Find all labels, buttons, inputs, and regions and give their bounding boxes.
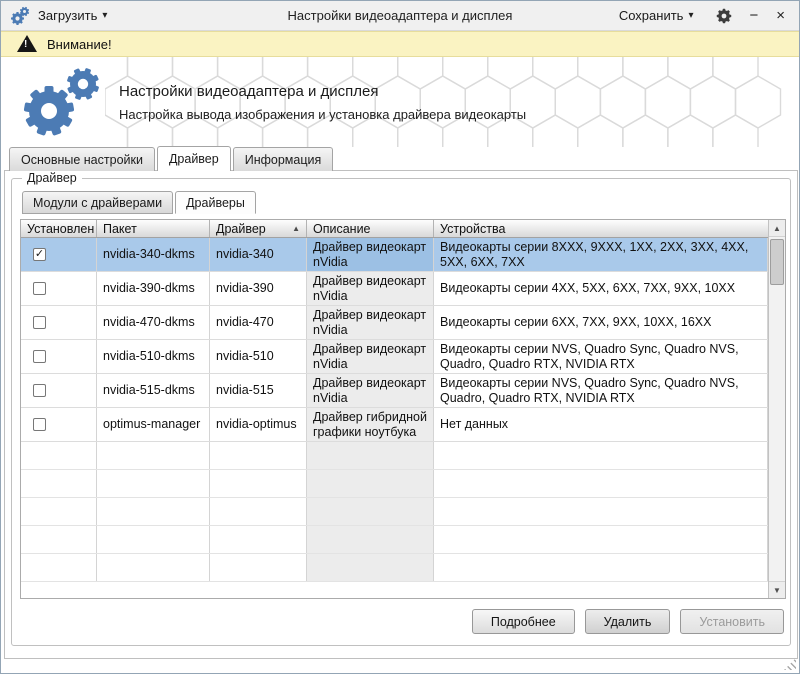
cell-package: nvidia-510-dkms <box>97 340 210 373</box>
cell-driver: nvidia-optimus <box>210 408 307 441</box>
cell-description: Драйвер видеокарт nVidia <box>307 340 434 373</box>
page-subtitle: Настройка вывода изображения и установка… <box>119 107 526 122</box>
vertical-scrollbar[interactable]: ▲ ▼ <box>768 220 785 598</box>
tab-pane: Драйвер Модули с драйверами Драйверы Уст… <box>4 170 798 659</box>
empty-row <box>21 442 768 470</box>
page-title: Настройки видеоадаптера и дисплея <box>119 83 378 100</box>
sort-ascending-icon: ▲ <box>292 224 300 233</box>
install-button[interactable]: Установить <box>680 609 784 634</box>
table-header: Установлен Пакет Драйвер ▲ Описание Устр… <box>21 220 768 238</box>
load-menu-button[interactable]: Загрузить ▾ <box>30 5 115 26</box>
cell-package: nvidia-390-dkms <box>97 272 210 305</box>
table-row[interactable]: ✓ nvidia-390-dkms nvidia-390 Драйвер вид… <box>21 272 768 306</box>
table-row[interactable]: ✓ nvidia-515-dkms nvidia-515 Драйвер вид… <box>21 374 768 408</box>
status-bar <box>1 658 799 673</box>
installed-checkbox[interactable]: ✓ <box>33 248 46 261</box>
scroll-up-button[interactable]: ▲ <box>769 220 785 237</box>
empty-row <box>21 470 768 498</box>
remove-button[interactable]: Удалить <box>585 609 671 634</box>
subtab-driver-modules[interactable]: Модули с драйверами <box>22 191 173 214</box>
column-header-devices[interactable]: Устройства <box>434 220 768 237</box>
subtab-drivers[interactable]: Драйверы <box>175 191 256 214</box>
app-gears-icon <box>9 6 30 26</box>
column-header-description[interactable]: Описание <box>307 220 434 237</box>
driver-groupbox: Драйвер Модули с драйверами Драйверы Уст… <box>11 178 791 646</box>
scroll-down-button[interactable]: ▼ <box>769 581 785 598</box>
groupbox-label: Драйвер <box>22 171 82 185</box>
empty-row <box>21 554 768 582</box>
cell-description: Драйвер видеокарт nVidia <box>307 306 434 339</box>
tab-driver[interactable]: Драйвер <box>157 146 231 171</box>
table-row[interactable]: ✓ nvidia-340-dkms nvidia-340 Драйвер вид… <box>21 238 768 272</box>
column-header-driver[interactable]: Драйвер ▲ <box>210 220 307 237</box>
gears-icon <box>13 63 113 141</box>
cell-package: optimus-manager <box>97 408 210 441</box>
chevron-down-icon: ▾ <box>102 10 107 21</box>
tab-basic-settings[interactable]: Основные настройки <box>9 147 155 171</box>
details-button[interactable]: Подробнее <box>472 609 575 634</box>
titlebar: Загрузить ▾ Настройки видеоадаптера и ди… <box>1 1 799 31</box>
table-row[interactable]: ✓ optimus-manager nvidia-optimus Драйвер… <box>21 408 768 442</box>
installed-checkbox[interactable]: ✓ <box>33 350 46 363</box>
close-button[interactable]: × <box>774 8 787 23</box>
table-row[interactable]: ✓ nvidia-510-dkms nvidia-510 Драйвер вид… <box>21 340 768 374</box>
cell-description: Драйвер видеокарт nVidia <box>307 272 434 305</box>
cell-description: Драйвер видеокарт nVidia <box>307 374 434 407</box>
cell-description: Драйвер видеокарт nVidia <box>307 238 434 271</box>
installed-checkbox[interactable]: ✓ <box>33 384 46 397</box>
installed-checkbox[interactable]: ✓ <box>33 282 46 295</box>
cell-package: nvidia-340-dkms <box>97 238 210 271</box>
main-tabs: Основные настройки Драйвер Информация <box>9 147 335 171</box>
page-header: Настройки видеоадаптера и дисплея Настро… <box>1 57 799 147</box>
installed-checkbox[interactable]: ✓ <box>33 316 46 329</box>
save-menu-button[interactable]: Сохранить ▾ <box>611 5 702 26</box>
resize-grip[interactable] <box>784 658 796 670</box>
cell-devices: Нет данных <box>434 408 768 441</box>
cell-package: nvidia-470-dkms <box>97 306 210 339</box>
cell-package: nvidia-515-dkms <box>97 374 210 407</box>
column-header-installed[interactable]: Установлен <box>21 220 97 237</box>
column-header-package[interactable]: Пакет <box>97 220 210 237</box>
driver-subtabs: Модули с драйверами Драйверы <box>22 191 258 214</box>
empty-row <box>21 498 768 526</box>
cell-devices: Видеокарты серии NVS, Quadro Sync, Quadr… <box>434 374 768 407</box>
cell-description: Драйвер гибридной графики ноутбука <box>307 408 434 441</box>
settings-gear-icon[interactable] <box>715 7 733 25</box>
cell-driver: nvidia-510 <box>210 340 307 373</box>
cell-devices: Видеокарты серии 4XX, 5XX, 6XX, 7XX, 9XX… <box>434 272 768 305</box>
cell-devices: Видеокарты серии 6XX, 7XX, 9XX, 10XX, 16… <box>434 306 768 339</box>
scrollbar-thumb[interactable] <box>770 239 784 285</box>
app-window: Загрузить ▾ Настройки видеоадаптера и ди… <box>0 0 800 674</box>
cell-driver: nvidia-340 <box>210 238 307 271</box>
warning-text: Внимание! <box>47 37 112 52</box>
chevron-down-icon: ▾ <box>688 10 693 21</box>
action-buttons: Подробнее Удалить Установить <box>472 609 784 634</box>
minimize-button[interactable]: − <box>747 8 760 23</box>
cell-driver: nvidia-390 <box>210 272 307 305</box>
cell-devices: Видеокарты серии 8XXX, 9XXX, 1XX, 2XX, 3… <box>434 238 768 271</box>
load-menu-label: Загрузить <box>38 8 97 23</box>
installed-checkbox[interactable]: ✓ <box>33 418 46 431</box>
empty-row <box>21 526 768 554</box>
save-menu-label: Сохранить <box>619 8 684 23</box>
table-row[interactable]: ✓ nvidia-470-dkms nvidia-470 Драйвер вид… <box>21 306 768 340</box>
warning-icon: ! <box>17 35 37 52</box>
drivers-table: Установлен Пакет Драйвер ▲ Описание Устр… <box>20 219 786 599</box>
cell-devices: Видеокарты серии NVS, Quadro Sync, Quadr… <box>434 340 768 373</box>
cell-driver: nvidia-515 <box>210 374 307 407</box>
tab-information[interactable]: Информация <box>233 147 334 171</box>
warning-banner: ! Внимание! <box>1 31 799 57</box>
cell-driver: nvidia-470 <box>210 306 307 339</box>
hexagon-pattern <box>105 57 795 147</box>
